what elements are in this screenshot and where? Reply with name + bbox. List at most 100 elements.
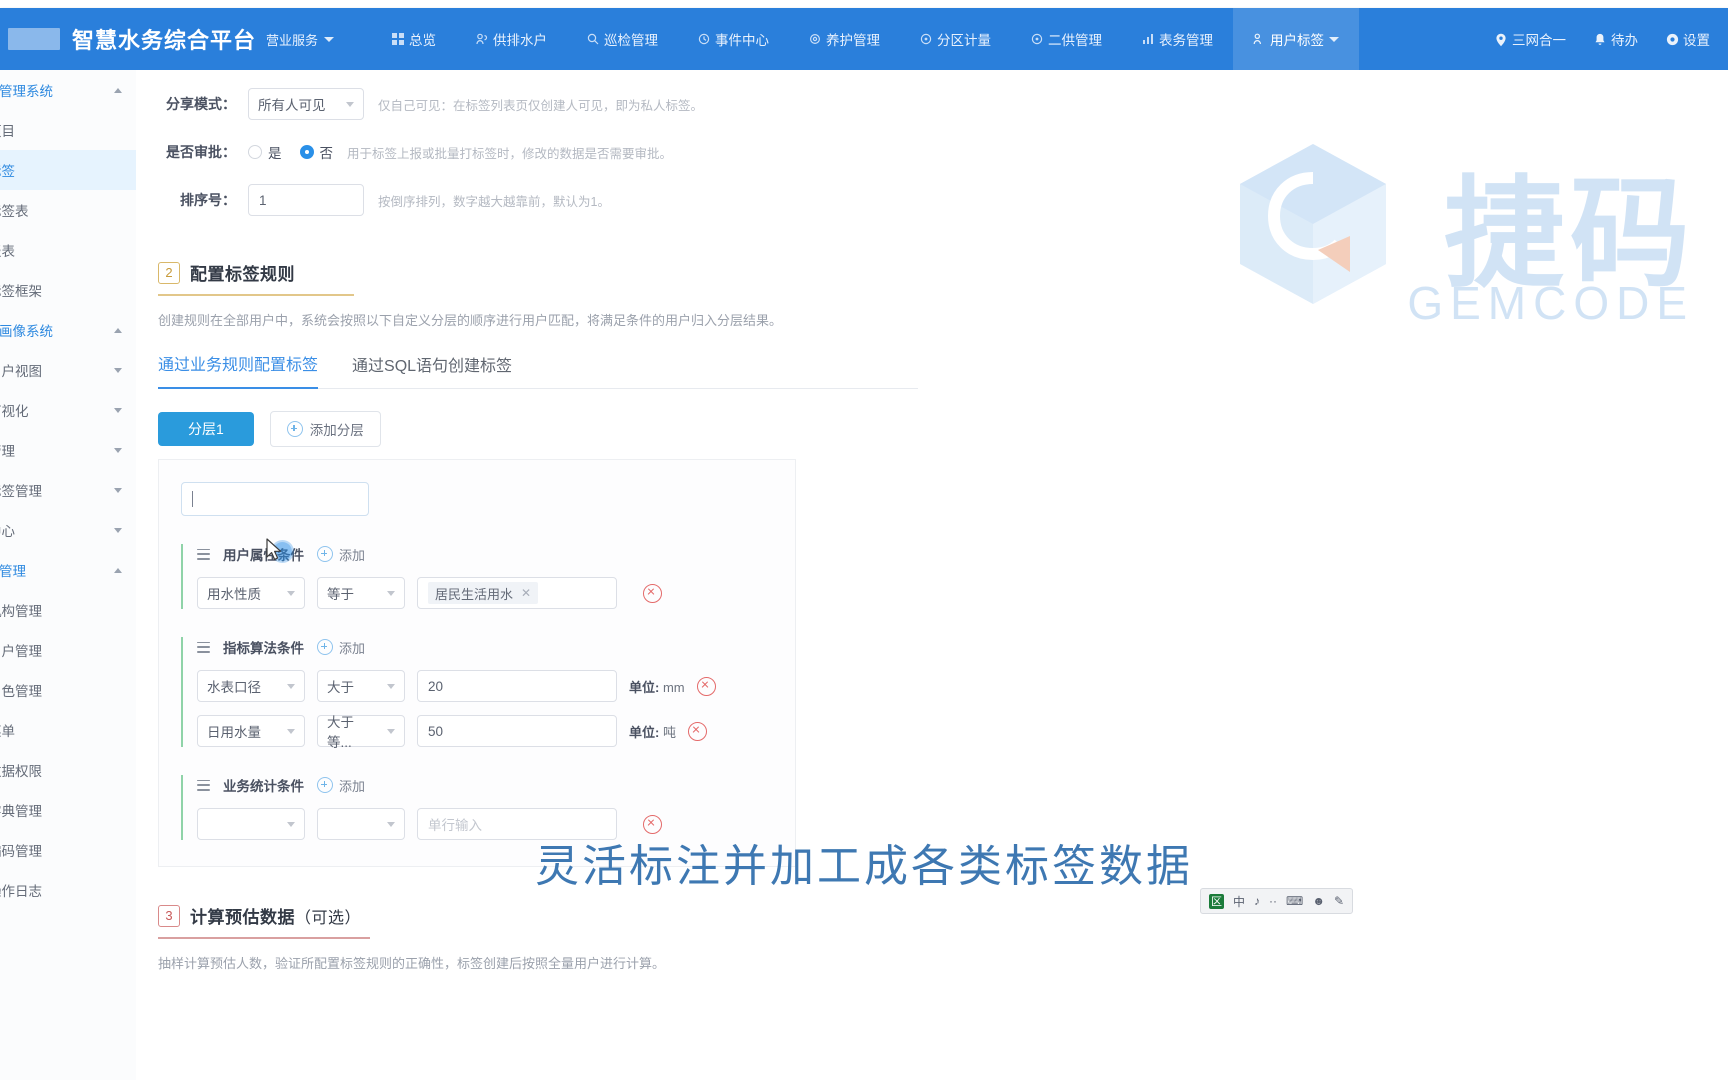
sidebar-group-tag-portrait-system[interactable]: 标签画像系统 — [0, 310, 136, 350]
condition-field-value: 用水性质 — [207, 587, 261, 602]
tab-business-rule[interactable]: 通过业务规则配置标签 — [158, 351, 319, 389]
condition-value-input[interactable]: 50 — [417, 715, 617, 747]
section3-title-text: 计算预估数据 — [190, 908, 295, 927]
sidebar-item-label: 项目 — [0, 124, 15, 139]
add-layer-button[interactable]: 添加分层 — [269, 411, 381, 447]
sidebar-group-system-management[interactable]: 系统管理 — [0, 550, 136, 590]
condition-field-select[interactable]: 水表口径 — [197, 670, 305, 702]
close-icon[interactable]: ✕ — [521, 586, 531, 600]
condition-unit: 单位: 吨 — [629, 722, 676, 741]
condition-value-tag[interactable]: 居民生活用水 ✕ — [428, 582, 539, 604]
condition-unit-label: 单位: — [629, 679, 660, 695]
delete-condition-icon[interactable] — [696, 676, 716, 696]
top-navigation-bar: 智慧水务综合平台 营业服务 总览 供排水户 巡检管理 事件中心 养护管理 分区计… — [0, 8, 1728, 70]
approval-yes-label: 是 — [268, 146, 282, 161]
section3-number-badge: 3 — [158, 904, 180, 927]
left-sidebar[interactable]: 标签管理系统 项目 标签 标签表 报表 标签框架 标签画像系统 — [0, 70, 137, 1080]
sidebar-item-management[interactable]: 管理 — [0, 430, 136, 470]
subsystem-selector[interactable]: 营业服务 — [266, 30, 335, 49]
approval-no-label: 否 — [319, 146, 334, 161]
sidebar-item-report[interactable]: 报表 — [0, 230, 136, 270]
nav-item-todo[interactable]: 待办 — [1580, 8, 1652, 70]
tab-sql-statement[interactable]: 通过SQL语句创建标签 — [352, 352, 512, 388]
layer-name-input[interactable] — [181, 482, 369, 516]
nav-item-overview[interactable]: 总览 — [372, 8, 456, 70]
nav-item-water-users[interactable]: 供排水户 — [456, 8, 567, 70]
sidebar-item-tag[interactable]: 标签 — [0, 150, 136, 190]
nav-item-settings[interactable]: 设置 — [1652, 8, 1724, 70]
ime-note-icon[interactable]: ♪ — [1254, 894, 1260, 908]
drag-handle-icon[interactable] — [197, 779, 210, 791]
target-icon — [920, 33, 932, 45]
add-condition-button[interactable]: 添加 — [317, 545, 365, 564]
ime-person-icon[interactable]: ☻ — [1312, 894, 1325, 908]
ime-chinese-label[interactable]: 中 — [1233, 893, 1245, 910]
nav-item-user-tags[interactable]: 用户标签 — [1233, 8, 1360, 70]
ime-tool-icon[interactable]: ✎ — [1334, 894, 1344, 908]
person-tag-icon — [1253, 33, 1265, 45]
ime-dots-icon[interactable]: ·· — [1269, 894, 1277, 908]
sort-number-input[interactable]: 1 — [248, 184, 364, 216]
drag-handle-icon[interactable] — [197, 548, 210, 560]
add-condition-button[interactable]: 添加 — [317, 776, 365, 795]
sidebar-item-label: 管理 — [0, 444, 15, 459]
sidebar-item-menu[interactable]: 菜单 — [0, 710, 136, 750]
nav-item-zone-metering[interactable]: 分区计量 — [900, 8, 1011, 70]
drag-handle-icon[interactable] — [197, 641, 210, 653]
add-condition-button[interactable]: 添加 — [317, 638, 365, 657]
condition-operator-select[interactable]: 大于 — [317, 670, 405, 702]
sidebar-item-data-permission[interactable]: 数据权限 — [0, 750, 136, 790]
sidebar-item-user-view[interactable]: 用户视图 — [0, 350, 136, 390]
nav-item-label: 总览 — [409, 33, 437, 48]
ime-lang-icon[interactable]: 区 — [1209, 893, 1224, 909]
sidebar-item-user-management[interactable]: 用户管理 — [0, 630, 136, 670]
approval-radio-yes[interactable]: 是 — [248, 142, 282, 162]
condition-field-select[interactable]: 用水性质 — [197, 577, 305, 609]
nav-item-meter-management[interactable]: 表务管理 — [1122, 8, 1233, 70]
condition-operator-select[interactable]: 大于等... — [317, 715, 405, 750]
approval-radio-no[interactable]: 否 — [299, 142, 334, 162]
nav-item-label: 用户标签 — [1270, 33, 1325, 48]
delete-condition-icon[interactable] — [643, 583, 662, 603]
nav-item-secondary-supply[interactable]: 二供管理 — [1011, 8, 1122, 70]
ime-toolbar[interactable]: 区 中 ♪ ·· ⌨ ☻ ✎ — [1200, 888, 1354, 914]
condition-value-text: 50 — [428, 723, 444, 739]
delete-condition-icon[interactable] — [687, 721, 707, 741]
rule-config-tabs[interactable]: 通过业务规则配置标签 通过SQL语句创建标签 — [158, 351, 918, 389]
sidebar-item-center[interactable]: 中心 — [0, 510, 136, 550]
approval-radio-group[interactable]: 是 否 — [248, 142, 333, 162]
sidebar-item-visualization[interactable]: 可视化 — [0, 390, 136, 430]
sidebar-item-label: 字典管理 — [0, 804, 42, 819]
sidebar-item-label: 标签表 — [0, 204, 29, 219]
nav-item-label: 分区计量 — [937, 33, 992, 48]
sidebar-item-dictionary[interactable]: 字典管理 — [0, 790, 136, 830]
condition-unit-label: 单位: — [629, 724, 660, 740]
sidebar-group-tag-management-system[interactable]: 标签管理系统 — [0, 70, 136, 110]
sidebar-item-tag-admin[interactable]: 标签管理 — [0, 470, 136, 510]
location-icon — [1495, 33, 1507, 47]
sidebar-item-role-management[interactable]: 角色管理 — [0, 670, 136, 710]
ime-keyboard-icon[interactable]: ⌨ — [1286, 894, 1303, 908]
share-mode-value: 所有人可见 — [258, 98, 326, 113]
nav-item-label: 设置 — [1683, 33, 1710, 48]
bars-icon — [1142, 33, 1154, 45]
share-mode-select[interactable]: 所有人可见 — [248, 88, 364, 120]
layer-tab-1-button[interactable]: 分层1 — [158, 412, 254, 446]
nav-item-inspection[interactable]: 巡检管理 — [567, 8, 678, 70]
condition-operator-value: 大于等... — [327, 715, 354, 750]
condition-field-select[interactable]: 日用水量 — [197, 715, 305, 747]
nav-item-three-network[interactable]: 三网合一 — [1481, 8, 1580, 70]
condition-row: 水表口径 大于 20 单位: mm — [197, 670, 795, 702]
condition-operator-select[interactable]: 等于 — [317, 577, 405, 609]
sidebar-item-tag-framework[interactable]: 标签框架 — [0, 270, 136, 310]
sidebar-item-project[interactable]: 项目 — [0, 110, 136, 150]
section3-optional-text: （可选） — [295, 910, 362, 927]
sidebar-item-label: 数据权限 — [0, 764, 42, 779]
nav-item-event-center[interactable]: 事件中心 — [678, 8, 789, 70]
condition-value-input[interactable]: 居民生活用水 ✕ — [417, 577, 617, 609]
condition-value-input[interactable]: 20 — [417, 670, 617, 702]
sidebar-item-tag-table[interactable]: 标签表 — [0, 190, 136, 230]
sidebar-item-org-management[interactable]: 机构管理 — [0, 590, 136, 630]
chevron-down-icon — [1329, 36, 1340, 42]
nav-item-maintenance[interactable]: 养护管理 — [789, 8, 900, 70]
